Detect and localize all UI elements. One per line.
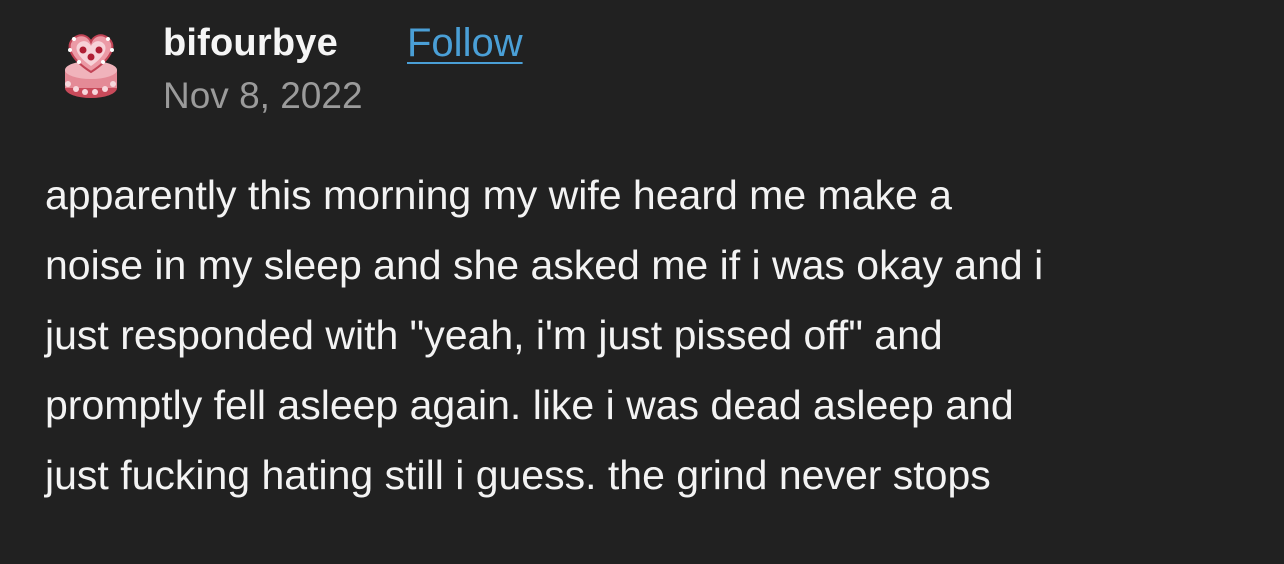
post-date: Nov 8, 2022 [163, 75, 363, 116]
post-card: bifourbye Follow Nov 8, 2022 apparently … [0, 0, 1284, 564]
post-body: apparently this morning my wife heard me… [45, 160, 1265, 510]
follow-button[interactable]: Follow [407, 18, 523, 68]
heart-cake-avatar-icon [65, 34, 117, 98]
post-body-line: just responded with "yeah, i'm just piss… [45, 312, 943, 358]
post-body-line: just fucking hating still i guess. the g… [45, 452, 991, 498]
avatar[interactable] [52, 26, 130, 104]
post-body-line: apparently this morning my wife heard me… [45, 172, 952, 218]
post-body-line: promptly fell asleep again. like i was d… [45, 382, 1014, 428]
post-body-line: noise in my sleep and she asked me if i … [45, 242, 1044, 288]
username[interactable]: bifourbye [163, 18, 338, 68]
